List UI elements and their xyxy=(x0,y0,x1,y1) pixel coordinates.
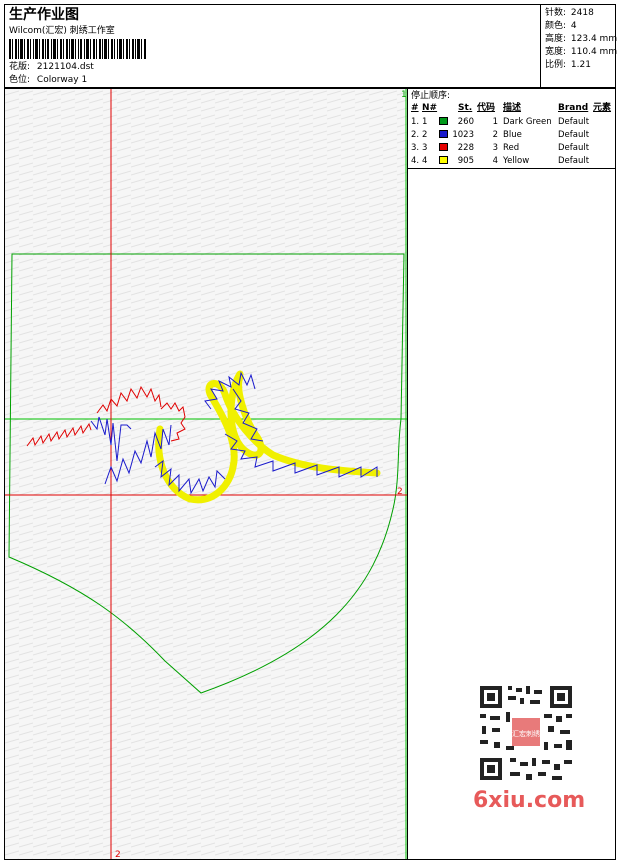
row-n: 4 xyxy=(422,156,428,166)
row-desc: Blue xyxy=(503,130,522,140)
design-file: 花版: 2121104.dst xyxy=(9,63,94,72)
page-title: 生产作业图 xyxy=(9,7,79,23)
row-brand: Default xyxy=(558,143,590,153)
stat-colors: 颜色: 4 xyxy=(545,22,577,31)
row-seq: 1. xyxy=(411,117,420,127)
stat-height: 高度: 123.4 mm xyxy=(545,35,617,44)
table-divider xyxy=(408,168,615,169)
row-n: 3 xyxy=(422,143,428,153)
stat-label: 宽度: xyxy=(545,47,567,57)
row-desc: Red xyxy=(503,143,520,153)
stat-value: 1.21 xyxy=(570,60,591,70)
row-n: 2 xyxy=(422,130,428,140)
color-swatch-red xyxy=(439,143,448,151)
colorway: 色位: Colorway 1 xyxy=(9,76,87,85)
color-swatch-dark-green xyxy=(439,117,448,125)
row-code: 3 xyxy=(492,143,498,153)
stat-label: 高度: xyxy=(545,34,567,44)
row-brand: Default xyxy=(558,117,590,127)
row-desc: Dark Green xyxy=(503,117,552,127)
stat-value: 2418 xyxy=(570,8,594,18)
row-code: 1 xyxy=(492,117,498,127)
col-n: N# xyxy=(422,103,438,113)
marker-top: 1 xyxy=(401,90,407,100)
color-swatch-blue xyxy=(439,130,448,138)
row-seq: 3. xyxy=(411,143,420,153)
row-st: 228 xyxy=(457,143,474,153)
header-divider xyxy=(540,5,541,87)
watermark-text: 6xiu.com xyxy=(473,788,586,813)
stat-value: 4 xyxy=(570,21,577,31)
row-brand: Default xyxy=(558,156,590,166)
stat-label: 针数: xyxy=(545,8,567,18)
row-code: 2 xyxy=(492,130,498,140)
stamp-text: 汇宏刺绣 xyxy=(512,729,540,738)
col-code: 代码 xyxy=(477,103,496,113)
stat-value: 123.4 mm xyxy=(570,34,618,44)
colorway-label: 色位: xyxy=(9,75,31,85)
row-brand: Default xyxy=(558,130,590,140)
stat-ratio: 比例: 1.21 xyxy=(545,61,591,70)
row-st: 905 xyxy=(457,156,474,166)
col-brand: Brand xyxy=(558,103,589,113)
col-seq: # xyxy=(411,103,419,113)
stat-width: 宽度: 110.4 mm xyxy=(545,48,617,57)
color-swatch-yellow xyxy=(439,156,448,164)
row-n: 1 xyxy=(422,117,428,127)
stat-stitches: 针数: 2418 xyxy=(545,9,594,18)
design-canvas[interactable]: 1 2 2 xyxy=(4,88,408,860)
col-element: 元素 xyxy=(593,103,612,113)
marker-bottom: 2 xyxy=(115,850,121,860)
company-name: Wilcom(汇宏) 刺绣工作室 xyxy=(9,26,115,36)
row-seq: 4. xyxy=(411,156,420,166)
stat-label: 颜色: xyxy=(545,21,567,31)
marker-right: 2 xyxy=(397,487,403,497)
design-value: 2121104.dst xyxy=(36,62,94,72)
stop-sequence-title: 停止顺序: xyxy=(411,91,451,101)
row-code: 4 xyxy=(492,156,498,166)
col-desc: 描述 xyxy=(503,103,522,113)
row-st: 1023 xyxy=(452,130,474,140)
qr-code-icon: 汇宏刺绣 xyxy=(470,680,582,785)
col-st: St. xyxy=(458,103,473,113)
header: 生产作业图 Wilcom(汇宏) 刺绣工作室 花版: 2121104.dst 色… xyxy=(4,4,617,88)
row-st: 260 xyxy=(457,117,474,127)
background-texture xyxy=(5,89,407,859)
stat-label: 比例: xyxy=(545,60,567,70)
barcode-icon xyxy=(9,39,146,59)
design-label: 花版: xyxy=(9,62,31,72)
row-desc: Yellow xyxy=(503,156,530,166)
row-seq: 2. xyxy=(411,130,420,140)
colorway-value: Colorway 1 xyxy=(36,75,88,85)
design-drawing: 1 2 2 xyxy=(5,89,407,860)
stat-value: 110.4 mm xyxy=(570,47,618,57)
